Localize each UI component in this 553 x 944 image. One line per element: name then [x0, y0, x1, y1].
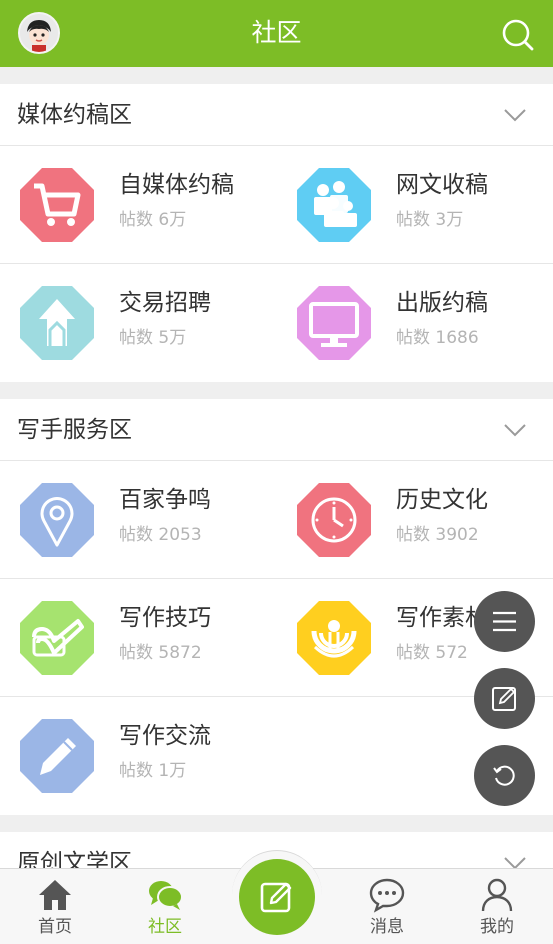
post-count: 帖数 5万	[119, 328, 187, 348]
checkmark-icon	[20, 601, 94, 675]
tab-label: 首页	[38, 917, 72, 937]
forum-row: 写作技巧 帖数 5872 写作素材 帖数 572	[0, 579, 553, 697]
post-count: 帖数 6万	[119, 210, 187, 230]
page-title: 社区	[251, 18, 302, 47]
post-count: 帖数 572	[396, 643, 468, 663]
tab-label: 社区	[148, 917, 182, 937]
tab-label: 消息	[370, 917, 404, 937]
forum-item[interactable]: 网文收稿 帖数 3万	[277, 146, 553, 264]
compose-fab-button[interactable]	[474, 668, 535, 729]
forum-name: 写作技巧	[119, 605, 211, 631]
compose-button[interactable]	[239, 859, 315, 935]
refresh-fab-button[interactable]	[474, 745, 535, 806]
top-bar: 社区	[0, 0, 553, 67]
forum-name: 写作交流	[119, 723, 211, 749]
tab-messages[interactable]: 消息	[332, 869, 442, 944]
forum-name: 历史文化	[396, 487, 488, 513]
refresh-icon	[493, 765, 515, 786]
forum-item[interactable]: 写作技巧 帖数 5872	[0, 579, 276, 697]
people-group-icon	[297, 168, 371, 242]
forum-item[interactable]: 自媒体约稿 帖数 6万	[0, 146, 276, 264]
edit-icon	[492, 687, 516, 711]
location-pin-icon	[20, 483, 94, 557]
message-icon	[369, 878, 405, 913]
chevron-down-icon[interactable]	[503, 423, 527, 437]
post-count: 帖数 3902	[396, 525, 479, 545]
forum-name: 出版约稿	[396, 290, 488, 316]
tab-profile[interactable]: 我的	[442, 869, 552, 944]
forum-item[interactable]: 写作交流 帖数 1万	[0, 697, 276, 815]
tab-community[interactable]: 社区	[110, 869, 220, 944]
pencil-icon	[20, 719, 94, 793]
section-header[interactable]: 媒体约稿区	[0, 84, 553, 146]
section-header[interactable]: 写手服务区	[0, 399, 553, 461]
post-count: 帖数 5872	[119, 643, 202, 663]
forum-row: 写作交流 帖数 1万	[0, 697, 553, 815]
forum-item[interactable]: 出版约稿 帖数 1686	[277, 264, 553, 382]
tab-label: 我的	[480, 917, 514, 937]
forum-item[interactable]: 百家争鸣 帖数 2053	[0, 461, 276, 579]
chat-bubbles-icon	[149, 881, 183, 910]
user-icon	[481, 878, 513, 912]
shopping-cart-icon	[20, 168, 94, 242]
house-arrow-icon	[20, 286, 94, 360]
monitor-icon	[297, 286, 371, 360]
forum-name: 百家争鸣	[119, 487, 211, 513]
clock-icon	[297, 483, 371, 557]
compose-icon	[260, 882, 292, 913]
menu-icon	[493, 611, 516, 632]
forum-item[interactable]: 交易招聘 帖数 5万	[0, 264, 276, 382]
forum-name: 网文收稿	[396, 172, 488, 198]
section-title: 写手服务区	[17, 417, 132, 443]
section-media-submissions: 媒体约稿区 自媒体约稿 帖数 6万 网文收稿 帖数 3万 交易招聘 帖数 5万 …	[0, 84, 553, 382]
forum-row: 百家争鸣 帖数 2053 历史文化 帖数 3902	[0, 461, 553, 579]
tab-home[interactable]: 首页	[0, 869, 110, 944]
section-writer-services: 写手服务区 百家争鸣 帖数 2053 历史文化 帖数 3902 写作技巧 帖数 …	[0, 399, 553, 815]
forum-item[interactable]: 历史文化 帖数 3902	[277, 461, 553, 579]
chevron-down-icon[interactable]	[503, 856, 527, 868]
forum-name: 自媒体约稿	[119, 172, 234, 198]
post-count: 帖数 1686	[396, 328, 479, 348]
section-title: 媒体约稿区	[17, 102, 132, 128]
post-count: 帖数 1万	[119, 761, 187, 781]
forum-row: 自媒体约稿 帖数 6万 网文收稿 帖数 3万	[0, 146, 553, 264]
chevron-down-icon[interactable]	[503, 108, 527, 122]
post-count: 帖数 2053	[119, 525, 202, 545]
post-count: 帖数 3万	[396, 210, 464, 230]
forum-row: 交易招聘 帖数 5万 出版约稿 帖数 1686	[0, 264, 553, 382]
search-icon[interactable]	[500, 18, 536, 52]
material-emblem-icon	[297, 601, 371, 675]
forum-list[interactable]: 媒体约稿区 自媒体约稿 帖数 6万 网文收稿 帖数 3万 交易招聘 帖数 5万 …	[0, 67, 553, 868]
home-icon	[39, 880, 71, 910]
menu-fab-button[interactable]	[474, 591, 535, 652]
forum-name: 交易招聘	[119, 290, 211, 316]
section-title: 原创文学区	[17, 850, 132, 868]
